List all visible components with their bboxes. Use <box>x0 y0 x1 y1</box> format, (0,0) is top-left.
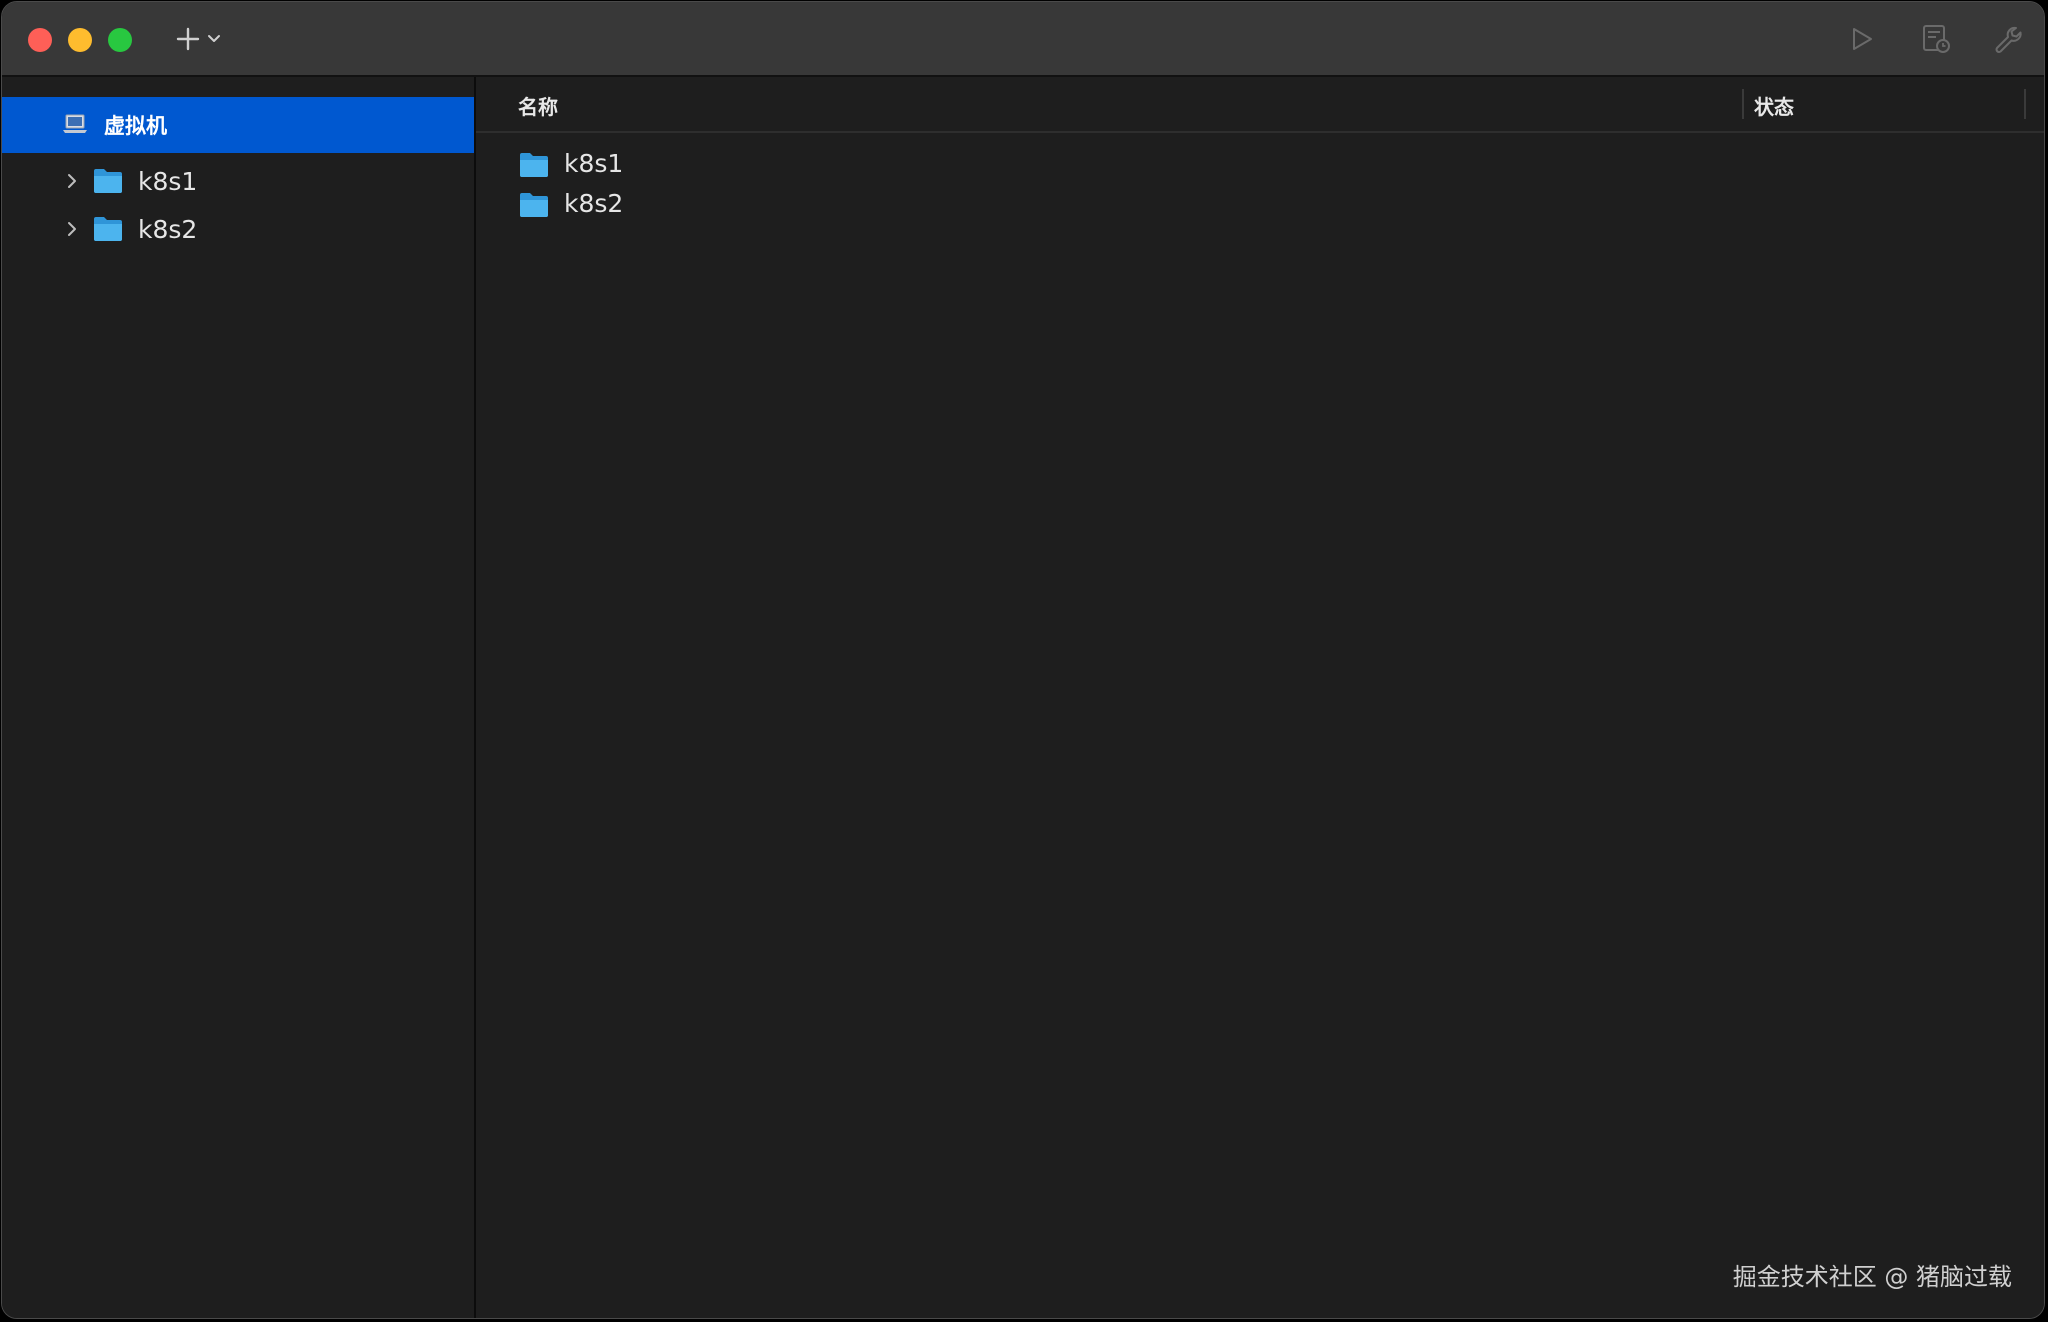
maximize-window-button[interactable] <box>108 28 132 52</box>
column-header: 名称 状态 <box>476 77 2044 133</box>
sidebar-item-label: k8s1 <box>138 166 198 196</box>
play-icon <box>1853 28 1872 50</box>
snapshot-button[interactable] <box>1914 20 1958 58</box>
chevron-right-icon[interactable] <box>62 218 82 240</box>
minimize-window-button[interactable] <box>68 28 92 52</box>
add-vm-button[interactable] <box>170 20 226 58</box>
app-window: 虚拟机 k8s1 k8s2 名称 状态 k8s1 k8s2 掘金技术社区 @ 猪… <box>1 1 2045 1319</box>
folder-icon <box>520 153 548 177</box>
folder-icon <box>520 193 548 217</box>
plus-icon <box>176 27 200 51</box>
sidebar-item-k8s2[interactable]: k8s2 <box>2 206 474 252</box>
watermark: 掘金技术社区 @ 猪脑过载 <box>1732 1263 2012 1291</box>
sidebar-item-k8s1[interactable]: k8s1 <box>2 158 474 204</box>
sidebar-item-label: 虚拟机 <box>104 114 167 138</box>
table-row[interactable]: k8s1 <box>476 145 2036 185</box>
row-name: k8s2 <box>564 189 624 218</box>
sidebar-item-virtual-machines[interactable]: 虚拟机 <box>2 97 474 153</box>
vm-list-pane: 名称 状态 k8s1 k8s2 掘金技术社区 @ 猪脑过载 <box>476 77 2044 1318</box>
column-divider[interactable] <box>1742 89 1744 119</box>
snapshot-icon <box>1923 25 1950 53</box>
chevron-down-icon <box>208 35 220 42</box>
folder-icon <box>94 169 122 193</box>
column-divider[interactable] <box>2024 89 2026 119</box>
settings-button[interactable] <box>1986 20 2030 58</box>
table-row[interactable]: k8s2 <box>476 185 2036 225</box>
folder-icon <box>94 217 122 241</box>
chevron-right-icon[interactable] <box>62 170 82 192</box>
column-status-header[interactable]: 状态 <box>1754 91 1794 120</box>
close-window-button[interactable] <box>28 28 52 52</box>
title-bar <box>2 2 2044 77</box>
column-name-header[interactable]: 名称 <box>518 91 558 120</box>
wrench-icon <box>1995 26 2022 53</box>
sidebar: 虚拟机 k8s1 k8s2 <box>2 77 476 1318</box>
sidebar-item-label: k8s2 <box>138 214 198 244</box>
row-name: k8s1 <box>564 149 624 178</box>
laptop-icon <box>63 114 87 133</box>
start-vm-button[interactable] <box>1842 20 1882 58</box>
